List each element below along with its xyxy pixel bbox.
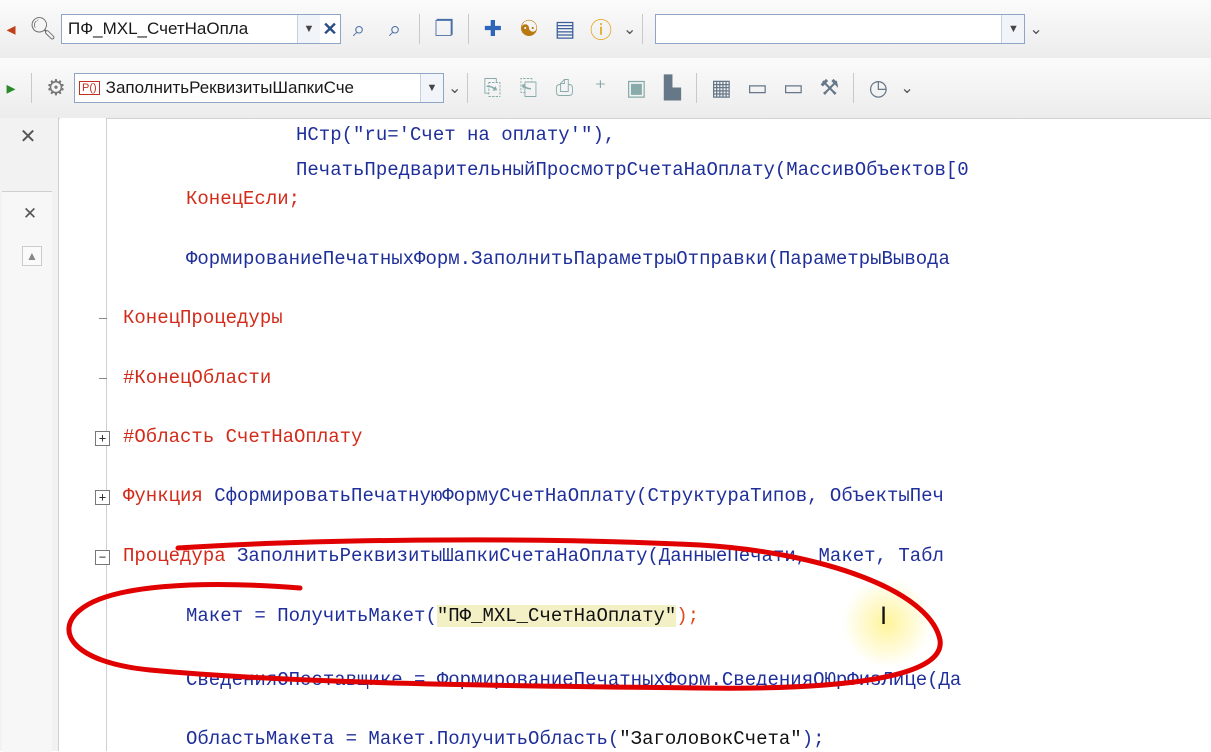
annotation-overlay <box>66 537 943 691</box>
annotation-ellipse <box>66 537 943 691</box>
